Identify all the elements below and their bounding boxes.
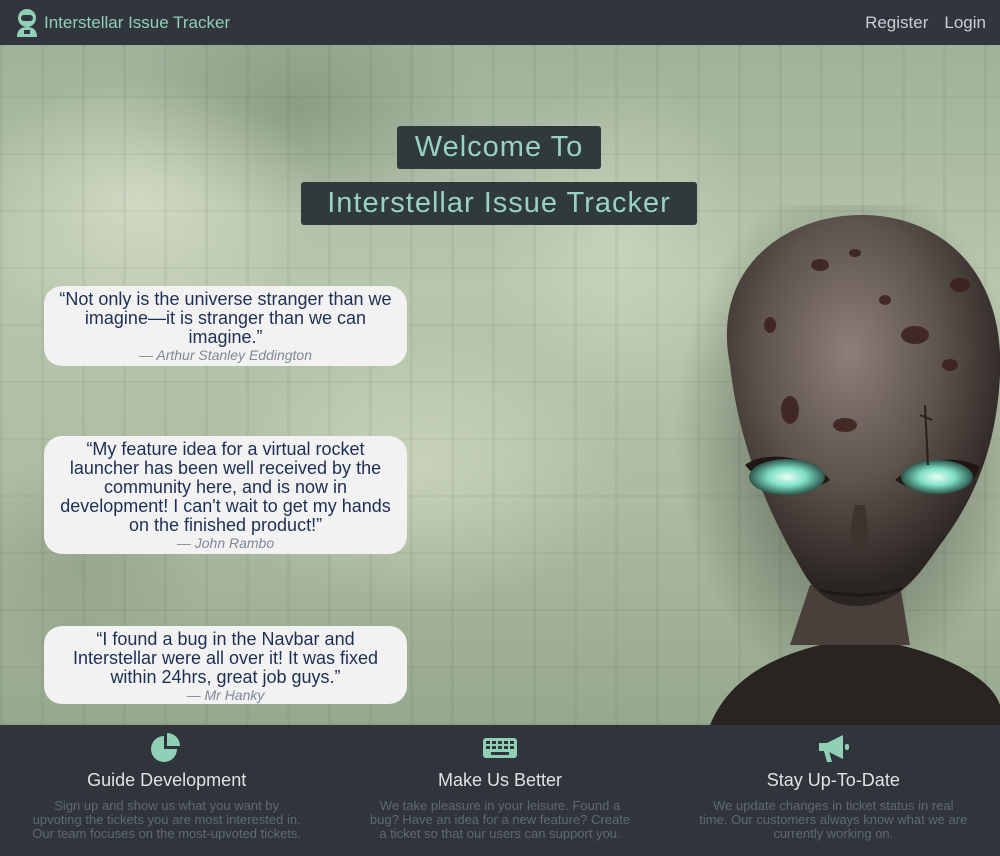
feature-stay-up-to-date: Stay Up-To-Date We update changes in tic… [667,725,1000,856]
nav-links: Register Login [865,13,986,33]
astronaut-icon [17,8,37,37]
quote-author: — John Rambo [176,535,275,551]
feature-title: Guide Development [87,770,247,790]
hero-title-line1: Welcome To [397,126,601,169]
megaphone-icon [819,735,850,762]
quote-text: “Not only is the universe stranger than … [59,289,392,347]
pie-chart-icon [150,733,180,762]
feature-description: We take pleasure in your leisure. Found … [369,798,631,841]
hero-section: Welcome To Interstellar Issue Tracker “N… [0,45,1000,725]
navbar: Interstellar Issue Tracker Register Logi… [0,0,1000,45]
testimonial-quote: “My feature idea for a virtual rocket la… [44,436,407,554]
brand-link[interactable]: Interstellar Issue Tracker [14,8,230,38]
testimonial-quote: “Not only is the universe stranger than … [44,286,407,366]
quote-text: “I found a bug in the Navbar and Interst… [72,629,379,687]
quote-author: — Arthur Stanley Eddington [138,347,313,363]
feature-make-us-better: Make Us Better We take pleasure in your … [333,725,666,856]
feature-description: Sign up and show us what you want by upv… [32,798,302,841]
register-link[interactable]: Register [865,13,928,33]
quote-author: — Mr Hanky [186,687,265,703]
features-section: Guide Development Sign up and show us wh… [0,725,1000,856]
feature-title: Make Us Better [437,770,563,790]
testimonial-quote: “I found a bug in the Navbar and Interst… [44,626,407,704]
alien-illustration [675,205,1000,725]
quote-text: “My feature idea for a virtual rocket la… [60,439,391,535]
keyboard-icon [482,738,517,758]
feature-guide-development: Guide Development Sign up and show us wh… [0,725,333,856]
login-link[interactable]: Login [944,13,986,33]
hero-title-line2: Interstellar Issue Tracker [301,182,697,225]
brand-name: Interstellar Issue Tracker [44,12,231,32]
feature-description: We update changes in ticket status in re… [699,798,968,841]
feature-title: Stay Up-To-Date [766,770,900,790]
